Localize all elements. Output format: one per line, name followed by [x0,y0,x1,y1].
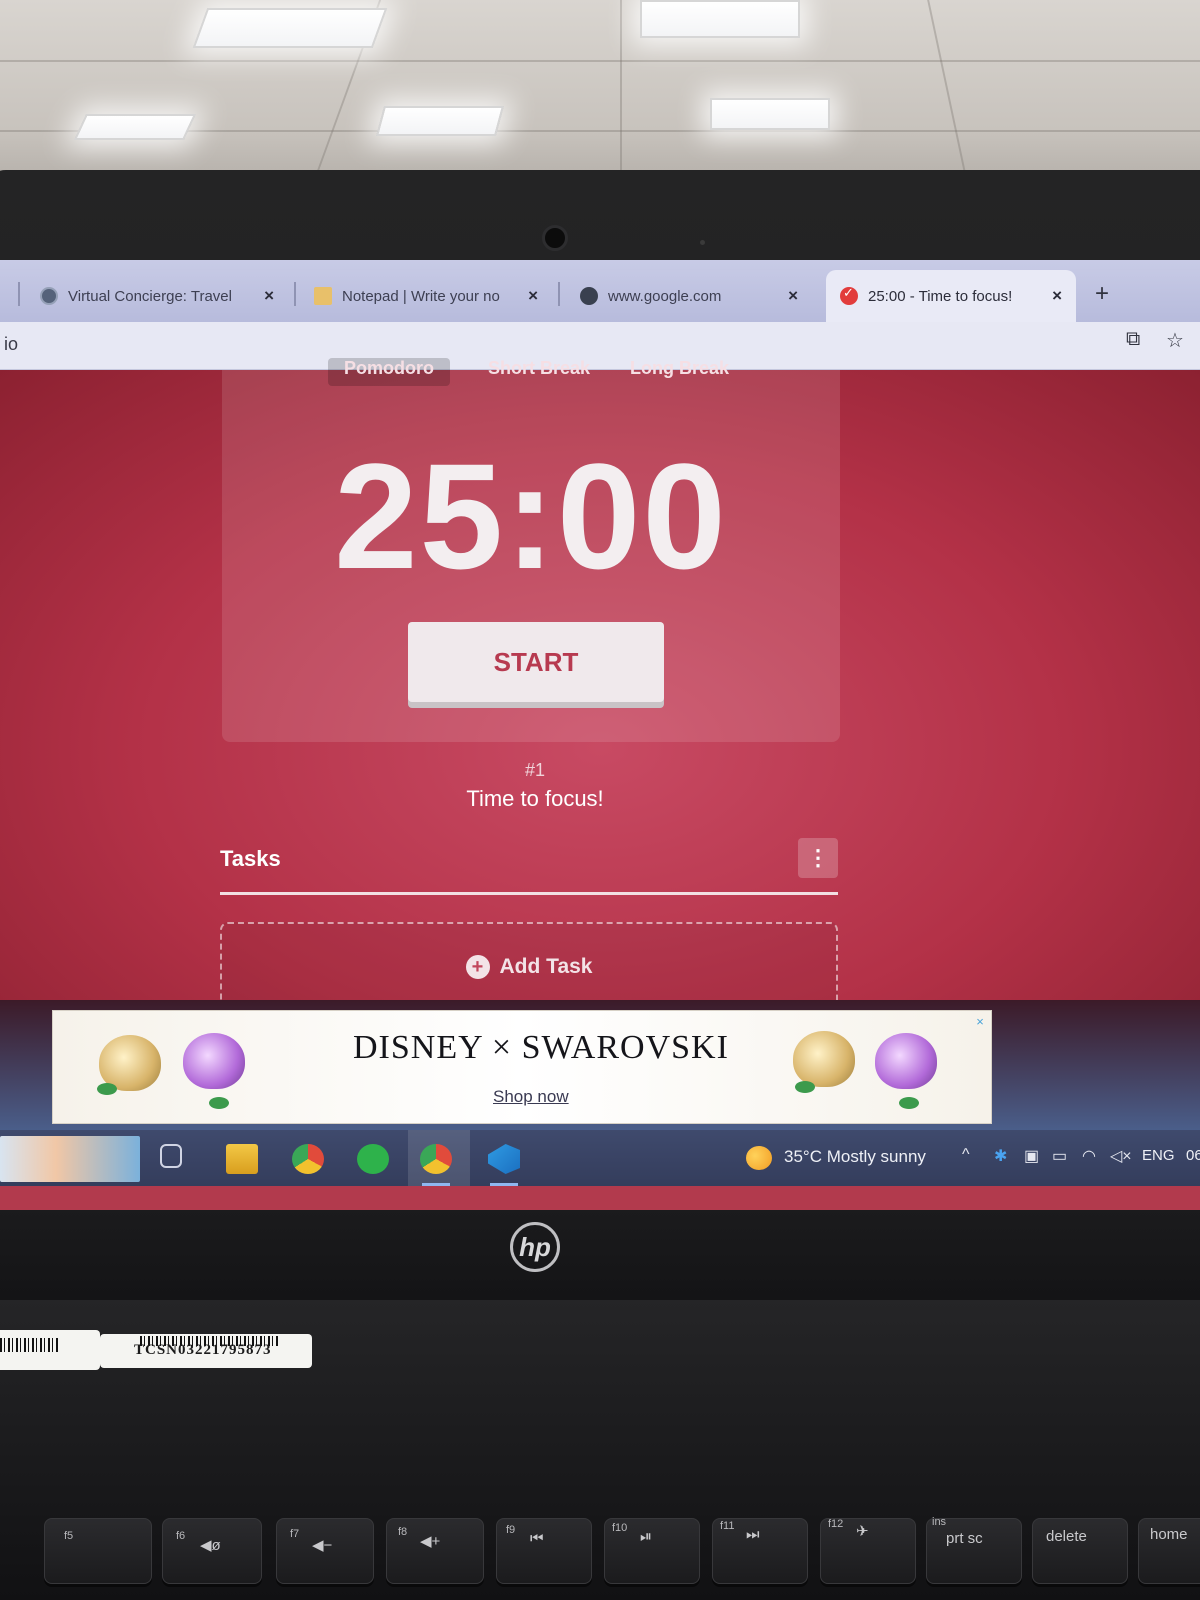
close-icon[interactable]: × [264,286,274,306]
chrome-icon[interactable] [292,1144,324,1174]
heart-pendant-image [183,1033,245,1089]
notepad-icon [314,287,332,305]
bluetooth-icon[interactable]: ✱ [994,1146,1007,1166]
ad-title: DISNEY × SWAROVSKI [353,1029,729,1066]
volume-up-icon: ◀+ [420,1533,441,1550]
ad-shop-now-link[interactable]: Shop now [493,1087,569,1107]
browser-tab-strip: Virtual Concierge: Travel × Notepad | Wr… [0,260,1200,322]
widgets-thumbnail[interactable] [0,1136,140,1182]
tab-title: www.google.com [608,287,722,305]
tab-title: Notepad | Write your no [342,287,500,305]
ceiling-light [192,8,388,48]
key-label: f8 [398,1526,408,1538]
file-explorer-icon[interactable] [226,1144,258,1174]
tray-chevron-icon[interactable]: ^ [962,1146,970,1164]
start-button[interactable]: START [408,622,664,702]
task-view-icon[interactable] [160,1144,182,1168]
close-icon[interactable]: × [788,286,798,306]
ceiling-light [73,114,197,140]
volume-down-icon: ◀− [312,1537,333,1554]
ad-band: DISNEY × SWAROVSKI Shop now × [0,1000,1200,1130]
session-number: #1 [524,760,546,780]
next-track-icon: ⏭ [746,1526,760,1543]
tasks-divider [220,892,838,895]
ceiling-light [375,106,505,136]
globe-icon [580,287,598,305]
serial-number: TCSN03221795873 [134,1342,272,1358]
tomato-check-icon [840,285,858,305]
weather-text[interactable]: 35°C Mostly sunny [784,1147,926,1167]
airplane-mode-icon: ✈ [856,1523,869,1540]
browser-tab-active[interactable]: 25:00 - Time to focus! × [826,270,1076,322]
address-bar-fragment[interactable]: io [4,334,18,355]
tasks-menu-button[interactable]: ⋮ [798,838,838,878]
browser-tab[interactable]: Notepad | Write your no × [300,270,552,322]
wifi-icon[interactable]: ◠ [1082,1146,1096,1166]
add-task-button[interactable]: + Add Task [220,922,838,1012]
key-label: f11 [720,1520,735,1532]
timer-card: Pomodoro Short Break Long Break 25:00 ST… [222,358,840,742]
ad-banner[interactable]: DISNEY × SWAROVSKI Shop now × [52,1010,992,1124]
ceiling-light [710,98,830,130]
ceiling-light [640,0,800,38]
key-label: f6 [176,1530,186,1542]
webcam-indicator [700,240,705,245]
chatgpt-icon [40,287,58,305]
key-label: delete [1046,1528,1087,1545]
plus-circle-icon: + [465,955,490,979]
ad-close-icon[interactable]: × [971,1013,989,1031]
browser-tab[interactable]: Virtual Concierge: Travel × [26,270,288,322]
key-f5[interactable] [44,1518,152,1584]
tab-title: Virtual Concierge: Travel [68,287,232,305]
key-label: home [1150,1526,1188,1543]
key-label: f7 [290,1528,300,1540]
previous-track-icon: ⏮ [530,1530,544,1547]
whatsapp-icon[interactable] [357,1144,389,1174]
close-icon[interactable]: × [1052,286,1062,306]
laptop-hinge [0,1210,1200,1310]
key-label: prt sc [946,1530,983,1547]
new-tab-button[interactable]: + [1095,280,1109,308]
battery-icon[interactable]: ▭ [1052,1146,1067,1166]
weather-sun-icon[interactable] [746,1146,772,1170]
vscode-icon[interactable] [488,1144,520,1174]
chrome-profile-icon[interactable] [420,1144,452,1174]
mode-tab-long-break[interactable]: Long Break [614,358,745,386]
heart-pendant-image [793,1031,855,1087]
add-task-label: Add Task [499,955,593,978]
browser-tab[interactable]: www.google.com × [566,270,812,322]
tab-title: 25:00 - Time to focus! [868,287,1013,305]
mode-tab-pomodoro[interactable]: Pomodoro [328,358,450,386]
bookmark-star-icon[interactable]: ☆ [1166,328,1184,353]
key-label: f12 [828,1518,844,1530]
tasks-heading: Tasks [220,846,281,871]
clock-fragment[interactable]: 06 [1186,1147,1200,1164]
play-pause-icon: ⏯ [640,1528,653,1545]
laptop-screen: Virtual Concierge: Travel × Notepad | Wr… [0,260,1200,1210]
mute-icon: ◀ø [200,1537,221,1554]
hp-logo: hp [510,1222,560,1272]
session-message: Time to focus! [466,786,604,811]
windows-taskbar: 35°C Mostly sunny ^ ✱ ▣ ▭ ◠ ◁× ENG 06 [0,1130,1200,1186]
install-app-icon[interactable]: ⧉ [1126,328,1140,351]
key-label: f5 [64,1530,74,1542]
key-label: f9 [506,1524,516,1536]
webcam [542,225,568,251]
close-icon[interactable]: × [528,286,538,306]
timer-display: 25:00 [334,432,728,600]
language-indicator[interactable]: ENG [1142,1147,1175,1164]
mode-tab-short-break[interactable]: Short Break [472,358,606,386]
meet-now-icon[interactable]: ▣ [1024,1146,1039,1166]
volume-mute-icon[interactable]: ◁× [1110,1146,1132,1166]
key-label: f10 [612,1522,628,1534]
pomofocus-page: Pomodoro Short Break Long Break 25:00 ST… [0,358,1200,1012]
heart-pendant-image [875,1033,937,1089]
key-label: ins [932,1516,947,1528]
